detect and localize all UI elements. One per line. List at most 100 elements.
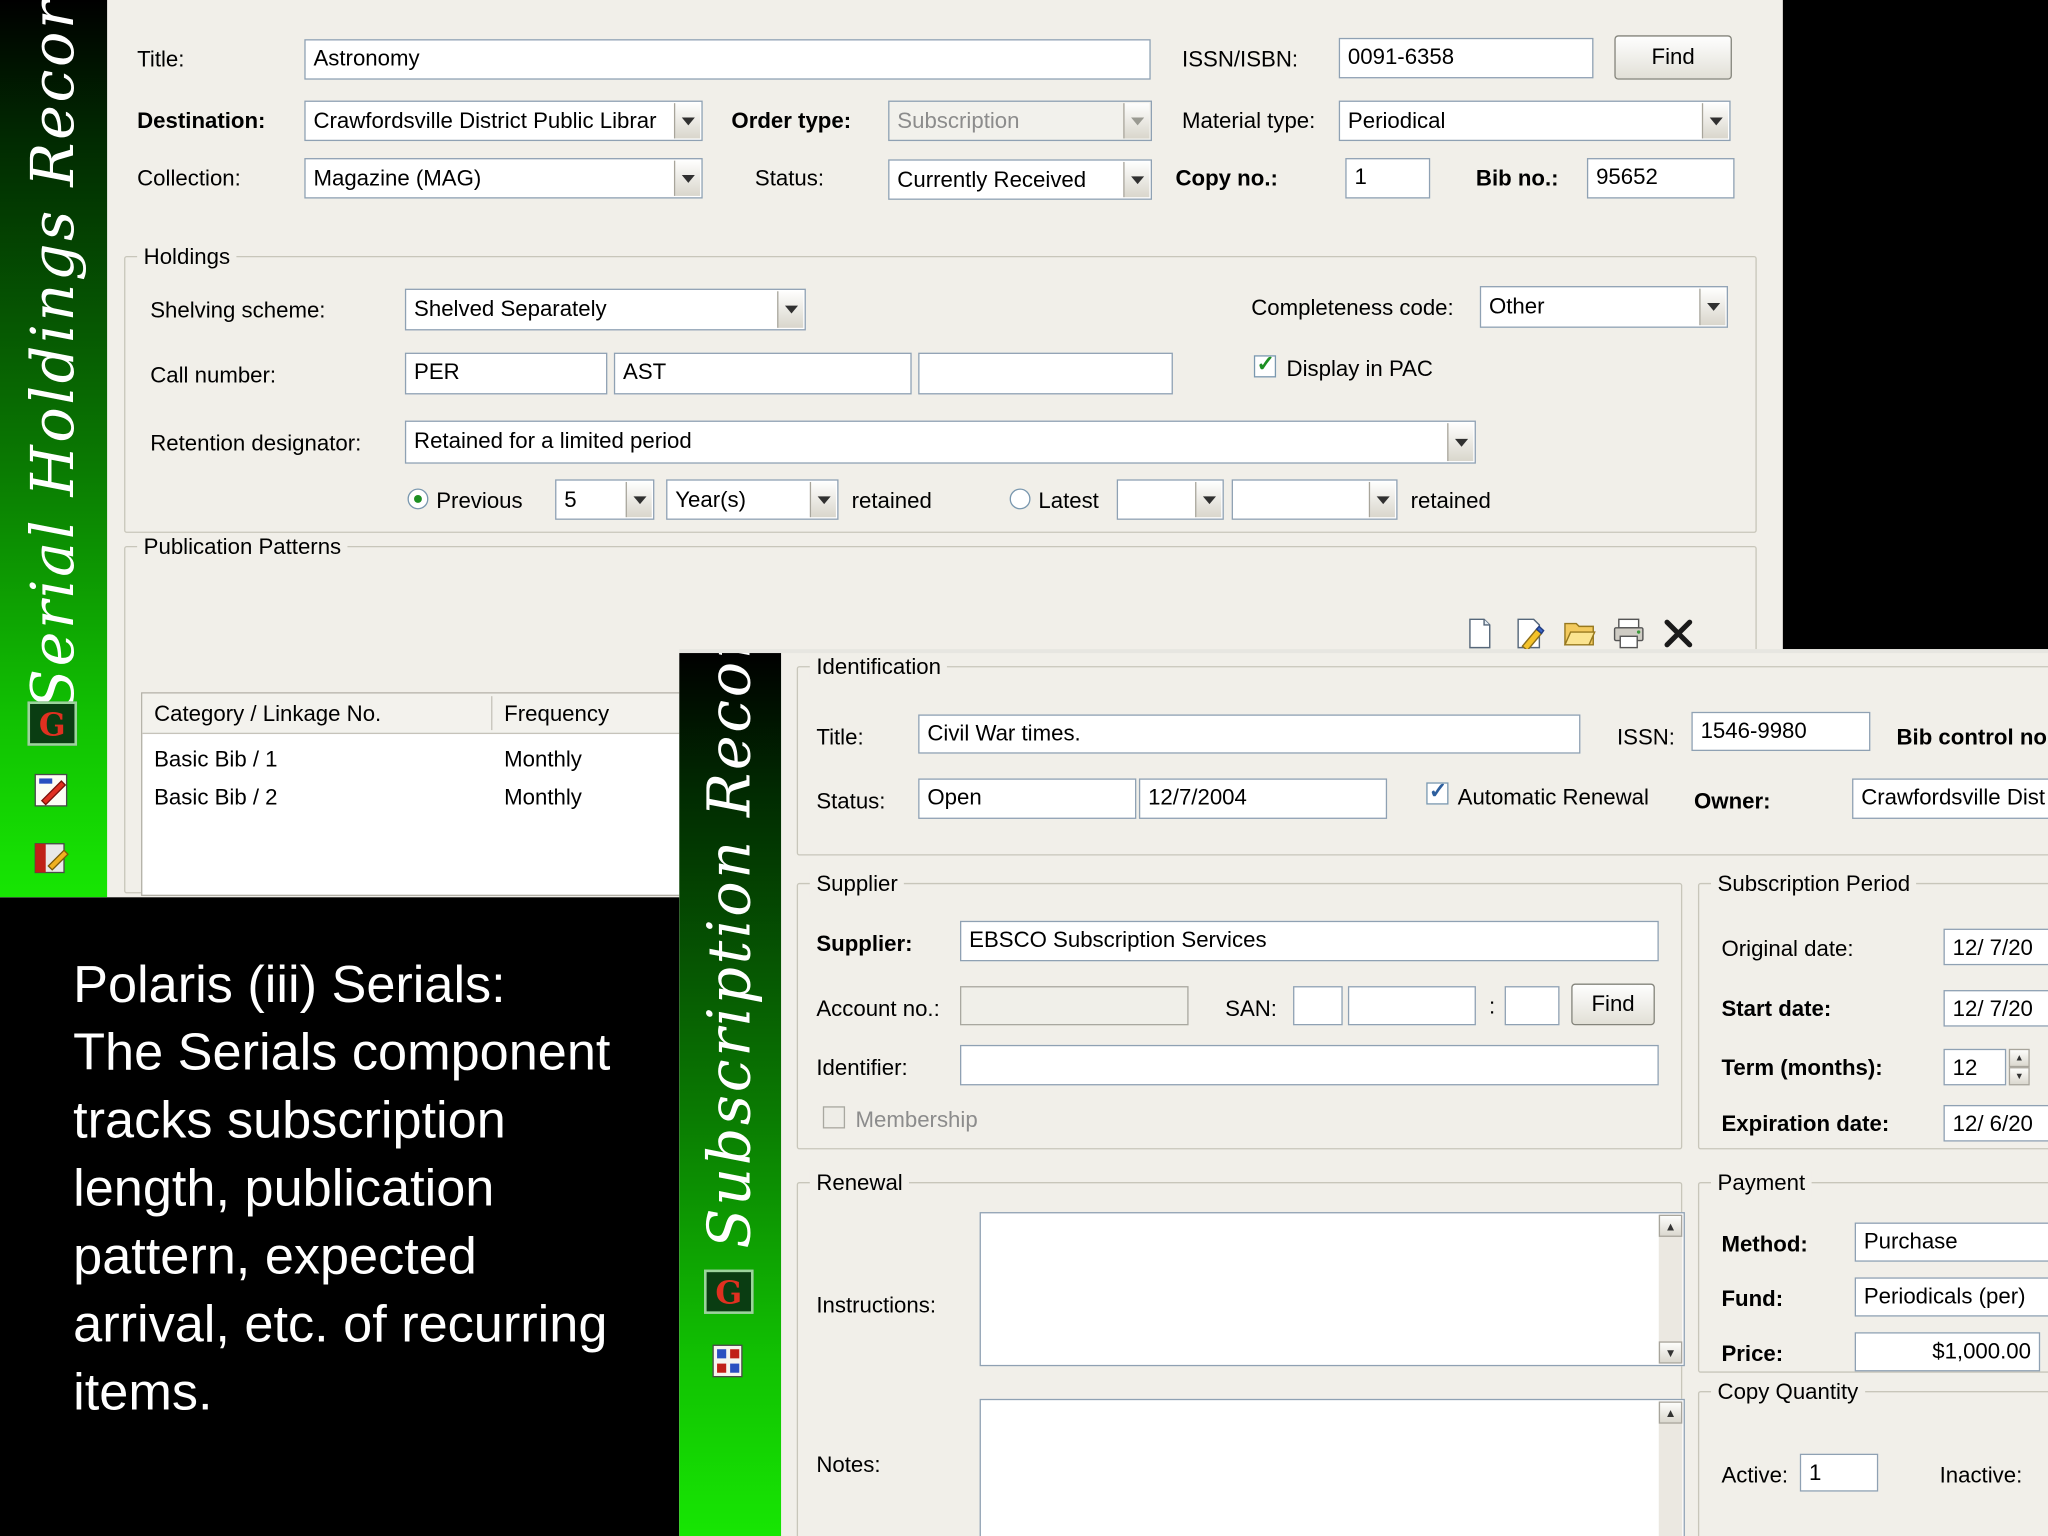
san-input-1[interactable] (1293, 986, 1343, 1026)
bib-no-input[interactable]: 95652 (1586, 158, 1735, 199)
status-label: Status: (816, 788, 886, 814)
polaris-logo-icon: G (27, 701, 78, 746)
pattern-icon[interactable] (33, 840, 72, 883)
term-months-input[interactable]: 12 (1943, 1048, 2007, 1086)
method-label: Method: (1721, 1231, 1808, 1257)
status-date-input[interactable]: 12/7/2004 (1138, 778, 1388, 819)
original-date-input[interactable]: 12/ 7/20 (1943, 928, 2048, 966)
supplier-group-label: Supplier (809, 871, 905, 898)
spin-down-icon[interactable]: ▼ (2008, 1067, 2030, 1086)
latest-count-select[interactable] (1116, 479, 1224, 520)
instructions-label: Instructions: (816, 1293, 937, 1318)
previous-radio[interactable] (407, 488, 429, 510)
chevron-down-icon (1123, 161, 1150, 198)
linked-record-icon[interactable] (33, 772, 72, 815)
issn-isbn-label: ISSN/ISBN: (1182, 47, 1299, 72)
bib-no-label: Bib no.: (1475, 165, 1559, 191)
shelving-scheme-label: Shelving scheme: (150, 297, 326, 323)
order-type-label: Order type: (731, 108, 852, 134)
status-select[interactable]: Currently Received (888, 159, 1152, 200)
title-input[interactable]: Civil War times. (918, 714, 1581, 754)
screenshot-stage: Serial Holdings Record G Title: Astronom… (0, 0, 2048, 1536)
chevron-down-icon (673, 160, 701, 196)
issn-input[interactable]: 1546-9980 (1691, 711, 1871, 752)
call-number-input-3[interactable] (918, 352, 1173, 395)
instructions-textarea[interactable]: ▲ ▼ (979, 1212, 1685, 1367)
open-icon[interactable] (1562, 616, 1596, 650)
title-input[interactable]: Astronomy (304, 39, 1151, 80)
notes-label: Notes: (816, 1452, 881, 1478)
scroll-up-icon[interactable]: ▲ (1658, 1214, 1683, 1237)
notes-textarea[interactable]: ▲ ▼ (979, 1398, 1685, 1536)
publication-patterns-group-label: Publication Patterns (137, 534, 348, 561)
latest-radio[interactable] (1009, 488, 1031, 510)
latest-radio-label: Latest (1038, 488, 1099, 514)
delete-icon[interactable] (1661, 616, 1695, 650)
material-type-select[interactable]: Periodical (1338, 100, 1731, 142)
identifier-input[interactable] (959, 1044, 1659, 1086)
scrollbar[interactable]: ▲ ▼ (1658, 1401, 1683, 1536)
display-in-pac-checkbox[interactable]: ✓ (1253, 351, 1277, 378)
print-icon[interactable] (1612, 616, 1646, 650)
caption-line: items. (73, 1363, 213, 1422)
start-date-input[interactable]: 12/ 7/20 (1943, 990, 2048, 1027)
completeness-code-label: Completeness code: (1251, 295, 1454, 320)
previous-count-select[interactable]: 5 (555, 479, 655, 520)
renewal-group-label: Renewal (809, 1170, 910, 1197)
call-number-input-2[interactable]: AST (613, 352, 912, 395)
scroll-up-icon[interactable]: ▲ (1658, 1401, 1683, 1424)
expiration-date-input[interactable]: 12/ 6/20 (1943, 1104, 2048, 1142)
issn-label: ISSN: (1616, 724, 1675, 750)
call-number-input-1[interactable]: PER (404, 352, 608, 395)
status-input[interactable]: Open (918, 778, 1137, 819)
method-select[interactable]: Purchase (1854, 1222, 2048, 1262)
price-label: Price: (1721, 1341, 1784, 1367)
price-input[interactable]: $1,000.00 (1854, 1332, 2041, 1372)
term-months-label: Term (months): (1721, 1055, 1883, 1081)
shelving-scheme-select[interactable]: Shelved Separately (404, 288, 806, 331)
fund-label: Fund: (1721, 1286, 1784, 1312)
san-input-2[interactable] (1347, 986, 1476, 1026)
identification-group-label: Identification (809, 654, 948, 681)
chevron-down-icon (625, 481, 652, 518)
previous-radio-label: Previous (436, 488, 523, 514)
supplier-input[interactable]: EBSCO Subscription Services (959, 920, 1659, 962)
original-date-label: Original date: (1721, 936, 1854, 962)
expiration-date-label: Expiration date: (1721, 1111, 1890, 1137)
chevron-down-icon (1195, 481, 1222, 518)
copy-no-input[interactable]: 1 (1345, 158, 1431, 199)
issues-icon[interactable] (709, 1343, 748, 1386)
find-button[interactable]: Find (1614, 35, 1732, 80)
active-input[interactable]: 1 (1799, 1453, 1879, 1492)
active-label: Active: (1721, 1462, 1789, 1488)
fund-select[interactable]: Periodicals (per) (1854, 1277, 2048, 1317)
completeness-code-select[interactable]: Other (1479, 286, 1728, 328)
new-record-icon[interactable] (1463, 616, 1497, 650)
start-date-label: Start date: (1721, 996, 1832, 1022)
scroll-down-icon[interactable]: ▼ (1658, 1341, 1683, 1364)
owner-select[interactable]: Crawfordsville Dist (1852, 778, 2048, 819)
issn-isbn-input[interactable]: 0091-6358 (1338, 37, 1594, 79)
chevron-down-icon (1699, 288, 1726, 326)
term-spinner[interactable]: ▲ ▼ (2008, 1048, 2030, 1086)
chevron-down-icon (1701, 103, 1728, 139)
spin-up-icon[interactable]: ▲ (2008, 1048, 2030, 1068)
collection-select[interactable]: Magazine (MAG) (304, 158, 703, 199)
automatic-renewal-label: Automatic Renewal (1457, 784, 1649, 810)
chevron-down-icon (1447, 423, 1474, 462)
chevron-down-icon (1123, 103, 1150, 139)
destination-select[interactable]: Crawfordsville District Public Librar (304, 100, 703, 142)
scrollbar[interactable]: ▲ ▼ (1658, 1214, 1683, 1364)
previous-unit-select[interactable]: Year(s) (666, 479, 839, 520)
table-header-category[interactable]: Category / Linkage No. (142, 694, 491, 734)
automatic-renewal-checkbox[interactable]: ✓ (1426, 778, 1449, 805)
find-button[interactable]: Find (1571, 983, 1655, 1026)
sidebar-title: Serial Holdings Record (18, 0, 88, 710)
retention-designator-select[interactable]: Retained for a limited period (404, 420, 1476, 464)
san-input-3[interactable] (1504, 986, 1560, 1026)
modify-icon[interactable] (1512, 616, 1546, 652)
latest-unit-select[interactable] (1231, 479, 1398, 520)
holdings-group-label: Holdings (137, 244, 237, 271)
owner-label: Owner: (1694, 788, 1771, 814)
account-no-input (959, 986, 1189, 1026)
